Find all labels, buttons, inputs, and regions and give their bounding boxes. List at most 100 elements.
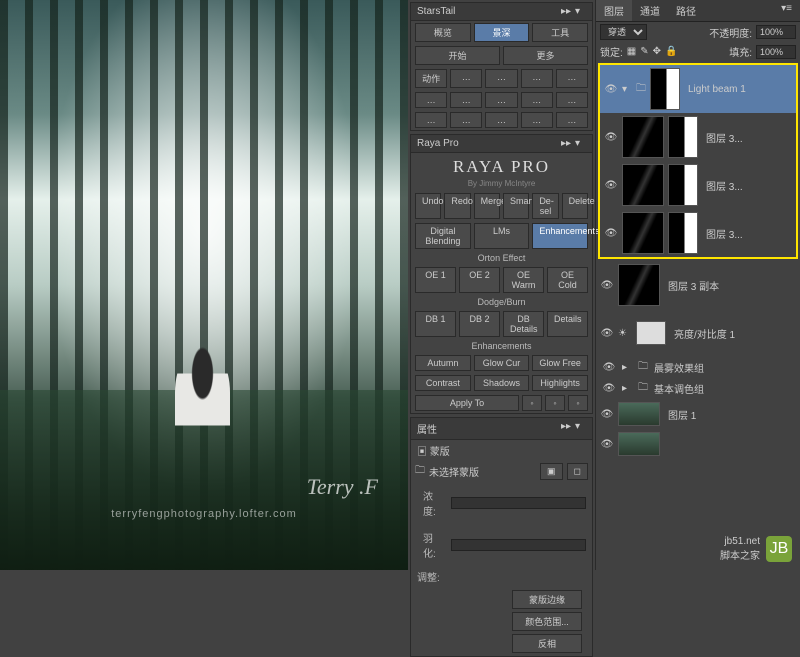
- visibility-icon[interactable]: 👁: [604, 84, 618, 95]
- oewarm-button[interactable]: OE Warm: [503, 267, 544, 293]
- layer-group-row[interactable]: 👁 ▸ 🗀 晨雾效果组: [596, 357, 800, 378]
- layer-name[interactable]: 图层 3...: [702, 226, 792, 241]
- undo-button[interactable]: Undo: [415, 193, 441, 219]
- visibility-icon[interactable]: 👁: [604, 132, 618, 143]
- delete-button[interactable]: Delete: [562, 193, 588, 219]
- st-btn[interactable]: …: [556, 112, 588, 128]
- menu-icon[interactable]: ▾: [575, 421, 586, 432]
- layer-thumb[interactable]: [618, 432, 660, 456]
- layer-mask[interactable]: [668, 164, 698, 206]
- layer-mask[interactable]: [650, 68, 680, 110]
- glowfree-button[interactable]: Glow Free: [532, 355, 588, 371]
- lock-all-icon[interactable]: 🔒: [665, 46, 677, 57]
- layer-row[interactable]: 👁 图层 3...: [600, 209, 796, 257]
- layer-thumb[interactable]: [622, 212, 664, 254]
- layer-name[interactable]: 图层 3...: [702, 130, 792, 145]
- density-slider[interactable]: [451, 497, 586, 509]
- expand-icon[interactable]: ▸: [622, 362, 632, 373]
- layer-row[interactable]: 👁 ☀ 亮度/对比度 1: [596, 309, 800, 357]
- collapse-icon[interactable]: ▸▸: [561, 6, 572, 17]
- menu-icon[interactable]: ▾: [575, 138, 586, 149]
- redo-button[interactable]: Redo: [444, 193, 470, 219]
- mask-add-icon[interactable]: ◻: [567, 463, 588, 480]
- st-btn[interactable]: 动作: [415, 69, 447, 88]
- st-btn[interactable]: …: [450, 69, 482, 88]
- visibility-icon[interactable]: 👁: [600, 409, 614, 420]
- visibility-icon[interactable]: 👁: [600, 280, 614, 291]
- layer-row[interactable]: 👁: [596, 429, 800, 459]
- expand-icon[interactable]: ▾: [622, 84, 632, 95]
- st-btn[interactable]: 景深: [474, 23, 530, 42]
- layer-row[interactable]: 👁 图层 3...: [600, 113, 796, 161]
- digital-blending-tab[interactable]: Digital Blending: [415, 223, 471, 249]
- menu-icon[interactable]: ▾: [575, 6, 586, 17]
- st-btn[interactable]: …: [556, 92, 588, 108]
- layer-mask[interactable]: [636, 321, 666, 345]
- dbdetails-button[interactable]: DB Details: [503, 311, 544, 337]
- layer-name[interactable]: 图层 3 副本: [664, 278, 796, 293]
- feather-slider[interactable]: [451, 539, 586, 551]
- st-btn[interactable]: …: [450, 92, 482, 108]
- group-name[interactable]: 基本调色组: [654, 381, 704, 396]
- layer-row[interactable]: 👁 图层 1: [596, 399, 800, 429]
- lock-pos-icon[interactable]: ✥: [653, 46, 661, 57]
- smart-button[interactable]: Smart: [503, 193, 529, 219]
- st-btn[interactable]: …: [521, 112, 553, 128]
- st-btn[interactable]: …: [485, 92, 517, 108]
- layer-mask[interactable]: [668, 212, 698, 254]
- shadows-button[interactable]: Shadows: [474, 375, 530, 391]
- fill-input[interactable]: 100%: [756, 45, 796, 59]
- layer-thumb[interactable]: [618, 264, 660, 306]
- st-btn[interactable]: …: [415, 92, 447, 108]
- visibility-icon[interactable]: 👁: [600, 439, 614, 450]
- layer-group-row[interactable]: 👁 ▸ 🗀 基本调色组: [596, 378, 800, 399]
- apply-opt[interactable]: ◦: [522, 395, 542, 411]
- autumn-button[interactable]: Autumn: [415, 355, 471, 371]
- enhancements-tab[interactable]: Enhancements: [532, 223, 588, 249]
- invert-button[interactable]: 反相: [512, 634, 582, 653]
- st-btn[interactable]: …: [521, 69, 553, 88]
- layer-thumb[interactable]: [618, 402, 660, 426]
- layer-name[interactable]: 图层 1: [664, 407, 796, 422]
- st-btn[interactable]: …: [450, 112, 482, 128]
- desel-button[interactable]: De-sel: [532, 193, 558, 219]
- lock-pixel-icon[interactable]: ✎: [640, 46, 648, 57]
- details-button[interactable]: Details: [547, 311, 588, 337]
- st-btn[interactable]: 工具: [532, 23, 588, 42]
- collapse-icon[interactable]: ▸▸: [561, 421, 572, 432]
- glowcur-button[interactable]: Glow Cur: [474, 355, 530, 371]
- layer-row[interactable]: 👁 图层 3 副本: [596, 261, 800, 309]
- lms-tab[interactable]: LMs: [474, 223, 530, 249]
- layer-name[interactable]: 亮度/对比度 1: [670, 326, 796, 341]
- apply-opt[interactable]: ◦: [545, 395, 565, 411]
- st-btn[interactable]: …: [521, 92, 553, 108]
- color-range-button[interactable]: 颜色范围...: [512, 612, 582, 631]
- st-btn[interactable]: 更多: [503, 46, 588, 65]
- layer-row[interactable]: 👁 ▾ 🗀 Light beam 1: [600, 65, 796, 113]
- st-btn[interactable]: 开始: [415, 46, 500, 65]
- document-canvas[interactable]: Terry .F terryfengphotography.lofter.com: [0, 0, 408, 570]
- layer-row[interactable]: 👁 图层 3...: [600, 161, 796, 209]
- visibility-icon[interactable]: 👁: [602, 362, 616, 373]
- apply-opt[interactable]: ◦: [568, 395, 588, 411]
- st-btn[interactable]: …: [556, 69, 588, 88]
- layer-thumb[interactable]: [622, 116, 664, 158]
- db2-button[interactable]: DB 2: [459, 311, 500, 337]
- tab-paths[interactable]: 路径: [668, 0, 704, 21]
- visibility-icon[interactable]: 👁: [604, 228, 618, 239]
- oe1-button[interactable]: OE 1: [415, 267, 456, 293]
- st-btn[interactable]: …: [485, 69, 517, 88]
- group-name[interactable]: 晨雾效果组: [654, 360, 704, 375]
- db1-button[interactable]: DB 1: [415, 311, 456, 337]
- mask-edge-button[interactable]: 蒙版边缘: [512, 590, 582, 609]
- opacity-input[interactable]: 100%: [756, 25, 796, 39]
- expand-icon[interactable]: ▸: [622, 383, 632, 394]
- tab-channels[interactable]: 通道: [632, 0, 668, 21]
- contrast-button[interactable]: Contrast: [415, 375, 471, 391]
- oecold-button[interactable]: OE Cold: [547, 267, 588, 293]
- collapse-icon[interactable]: ▸▸: [561, 138, 572, 149]
- visibility-icon[interactable]: 👁: [604, 180, 618, 191]
- merge-button[interactable]: Merge: [474, 193, 500, 219]
- layer-name[interactable]: 图层 3...: [702, 178, 792, 193]
- layer-mask[interactable]: [668, 116, 698, 158]
